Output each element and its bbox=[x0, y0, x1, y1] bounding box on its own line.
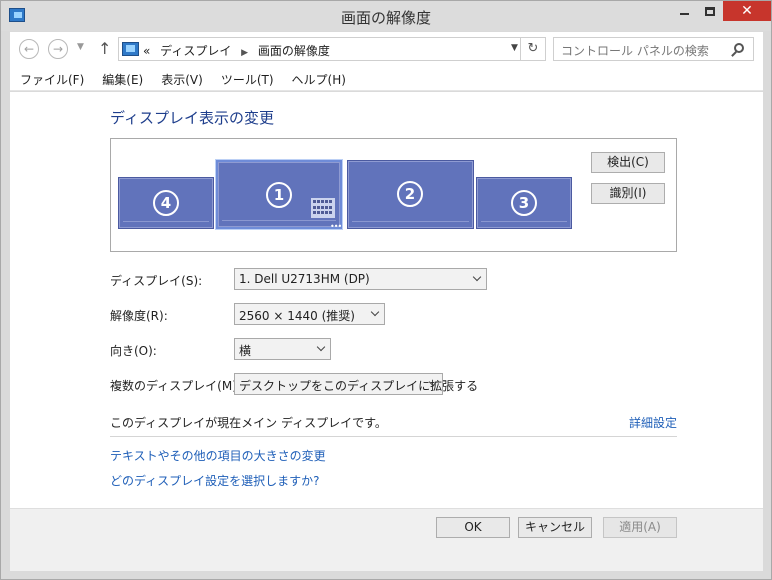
address-dropdown-button[interactable]: ▼ bbox=[511, 43, 518, 53]
orientation-select-value: 横 bbox=[239, 344, 252, 358]
more-dots-icon: ••• bbox=[330, 222, 342, 231]
chevron-down-icon: ▼ bbox=[77, 42, 84, 52]
page-title: ディスプレイ表示の変更 bbox=[110, 109, 274, 127]
breadcrumb: « ディスプレイ ▶ 画面の解像度 bbox=[143, 42, 330, 59]
display-label: ディスプレイ(S): bbox=[110, 274, 203, 288]
which-settings-link[interactable]: どのディスプレイ設定を選択しますか? bbox=[110, 472, 320, 489]
orientation-select[interactable]: 横 bbox=[234, 338, 331, 360]
main-content: ディスプレイ表示の変更 4 1 ••• 2 3 検出(C) 識別(I) ディスプ… bbox=[10, 92, 763, 508]
breadcrumb-separator-icon[interactable]: ▶ bbox=[241, 48, 248, 58]
monitor-4[interactable]: 4 bbox=[118, 177, 214, 229]
menu-help[interactable]: ヘルプ(H) bbox=[282, 66, 354, 90]
search-placeholder: コントロール パネルの検索 bbox=[561, 44, 709, 58]
maximize-icon bbox=[705, 6, 715, 16]
monitor-number-badge: 3 bbox=[511, 190, 537, 216]
advanced-settings-link[interactable]: 詳細設定 bbox=[629, 414, 677, 431]
monitor-number-badge: 2 bbox=[397, 181, 423, 207]
menu-file[interactable]: ファイル(F) bbox=[10, 66, 92, 90]
control-panel-icon bbox=[122, 42, 139, 56]
menu-tools[interactable]: ツール(T) bbox=[211, 66, 282, 90]
arrow-up-icon: ↑ bbox=[98, 39, 112, 58]
menu-view[interactable]: 表示(V) bbox=[151, 66, 211, 90]
arrow-right-icon: → bbox=[52, 42, 64, 56]
main-display-status: このディスプレイが現在メイン ディスプレイです。 bbox=[110, 416, 387, 430]
multiple-displays-select-value: デスクトップをこのディスプレイに拡張する bbox=[239, 379, 479, 393]
chevron-down-icon bbox=[472, 272, 482, 282]
arrow-left-icon: ← bbox=[23, 42, 35, 56]
monitor-2[interactable]: 2 bbox=[347, 160, 474, 229]
search-icon[interactable] bbox=[734, 43, 744, 53]
address-bar[interactable]: « ディスプレイ ▶ 画面の解像度 ▼ bbox=[118, 37, 521, 61]
breadcrumb-overflow[interactable]: « bbox=[143, 44, 150, 58]
divider bbox=[110, 436, 677, 437]
refresh-button[interactable]: ↻ bbox=[521, 37, 546, 61]
text-size-link[interactable]: テキストやその他の項目の大きさの変更 bbox=[110, 447, 326, 464]
close-icon: ✕ bbox=[741, 3, 753, 19]
search-input[interactable]: コントロール パネルの検索 bbox=[553, 37, 754, 61]
cancel-button[interactable]: キャンセル bbox=[518, 517, 592, 538]
maximize-button[interactable] bbox=[697, 1, 723, 21]
multiple-displays-select[interactable]: デスクトップをこのディスプレイに拡張する bbox=[234, 373, 478, 395]
navigation-bar: ← → ▼ ↑ « ディスプレイ ▶ 画面の解像度 ▼ ↻ コントロール パネル… bbox=[10, 32, 763, 66]
apply-button[interactable]: 適用(A) bbox=[603, 517, 677, 538]
menu-bar: ファイル(F) 編集(E) 表示(V) ツール(T) ヘルプ(H) bbox=[10, 66, 763, 91]
monitor-1[interactable]: 1 ••• bbox=[216, 160, 342, 231]
recent-locations-button[interactable]: ▼ bbox=[77, 42, 84, 52]
main-display-taskbar-icon bbox=[311, 198, 335, 218]
close-button[interactable]: ✕ bbox=[723, 1, 771, 21]
chevron-down-icon bbox=[370, 307, 380, 317]
detect-button[interactable]: 検出(C) bbox=[591, 152, 665, 173]
display-select[interactable]: 1. Dell U2713HM (DP) bbox=[234, 268, 487, 290]
window-title: 画面の解像度 bbox=[340, 9, 431, 27]
orientation-label: 向き(O): bbox=[110, 344, 157, 358]
menu-edit[interactable]: 編集(E) bbox=[92, 66, 151, 90]
up-button[interactable]: ↑ bbox=[98, 39, 111, 58]
chevron-down-icon bbox=[316, 342, 326, 352]
dialog-footer: OK キャンセル 適用(A) bbox=[10, 508, 763, 571]
display-select-value: 1. Dell U2713HM (DP) bbox=[239, 272, 370, 286]
monitor-3[interactable]: 3 bbox=[476, 177, 572, 229]
minimize-button[interactable] bbox=[671, 1, 697, 21]
breadcrumb-item-resolution[interactable]: 画面の解像度 bbox=[258, 44, 330, 58]
breadcrumb-item-display[interactable]: ディスプレイ bbox=[160, 44, 231, 58]
chevron-down-icon: ▼ bbox=[511, 43, 518, 53]
resolution-select-value: 2560 × 1440 (推奨) bbox=[239, 309, 355, 323]
multiple-displays-label: 複数のディスプレイ(M): bbox=[110, 379, 241, 393]
monitor-number-badge: 4 bbox=[153, 190, 179, 216]
display-resolution-window: 画面の解像度 ✕ ← → ▼ ↑ « ディスプレイ ▶ 画面の解像度 ▼ ↻ コ… bbox=[0, 0, 772, 580]
back-button[interactable]: ← bbox=[19, 39, 39, 59]
minimize-icon bbox=[679, 13, 689, 15]
monitor-number-badge: 1 bbox=[266, 182, 292, 208]
ok-button[interactable]: OK bbox=[436, 517, 510, 538]
title-bar: 画面の解像度 ✕ bbox=[1, 1, 771, 31]
resolution-select[interactable]: 2560 × 1440 (推奨) bbox=[234, 303, 385, 325]
resolution-label: 解像度(R): bbox=[110, 309, 168, 323]
forward-button[interactable]: → bbox=[48, 39, 68, 59]
refresh-icon: ↻ bbox=[527, 41, 539, 56]
identify-button[interactable]: 識別(I) bbox=[591, 183, 665, 204]
